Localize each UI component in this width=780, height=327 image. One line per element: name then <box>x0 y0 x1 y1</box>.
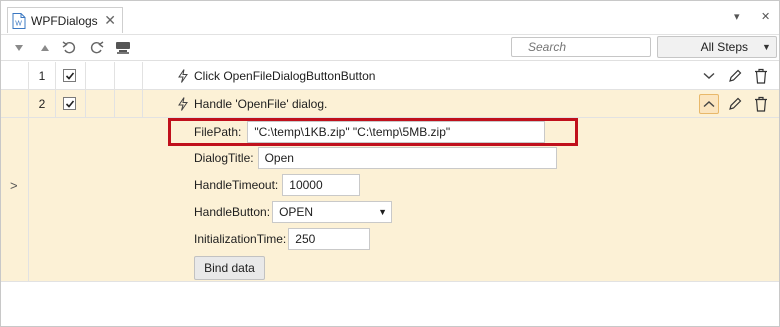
recorder-window: W WPFDialogs ✕ ▾ ✕ All Steps ▼ <box>0 0 780 327</box>
handletimeout-param: HandleTimeout: <box>194 174 361 196</box>
collapse-chevron-icon[interactable] <box>699 94 719 114</box>
step-enabled-checkbox[interactable] <box>63 97 76 110</box>
steps-filter-select[interactable]: All Steps ▼ <box>657 36 777 58</box>
chevron-down-icon: ▼ <box>378 207 388 217</box>
svg-text:W: W <box>15 20 22 27</box>
lightning-icon <box>178 69 188 83</box>
undo-icon[interactable] <box>61 39 79 57</box>
handlebutton-select[interactable]: OPEN ▼ <box>272 201 393 223</box>
redo-icon[interactable] <box>87 39 105 57</box>
close-panel-icon[interactable]: ✕ <box>761 10 770 23</box>
filepath-param: FilePath: <box>194 121 546 143</box>
bind-data-button[interactable]: Bind data <box>194 256 265 280</box>
edit-pencil-icon[interactable] <box>725 66 745 86</box>
delete-trash-icon[interactable] <box>751 66 771 86</box>
step-label: Handle 'OpenFile' dialog. <box>194 97 328 111</box>
tab-wpfdialogs[interactable]: W WPFDialogs ✕ <box>7 7 123 33</box>
step-row-selected[interactable]: 2 Handle 'OpenFile' dialog. <box>1 90 779 118</box>
move-up-icon[interactable] <box>36 39 54 57</box>
search-input[interactable] <box>511 37 651 57</box>
handlebutton-param: HandleButton: OPEN ▼ <box>194 201 393 223</box>
tab-bar: W WPFDialogs ✕ ▾ ✕ <box>1 1 779 35</box>
lightning-icon <box>178 97 188 111</box>
handletimeout-label: HandleTimeout: <box>194 178 279 192</box>
expand-row-icon[interactable]: > <box>10 178 18 193</box>
test-document-icon: W <box>12 12 26 29</box>
filepath-input[interactable] <box>247 121 546 143</box>
toolbar: All Steps ▼ <box>1 35 779 61</box>
close-tab-icon[interactable]: ✕ <box>104 12 116 29</box>
steps-filter-value: All Steps <box>700 40 748 54</box>
tab-dropdown-icon[interactable]: ▾ <box>734 10 740 23</box>
filepath-label: FilePath: <box>194 125 242 139</box>
initializationtime-label: InitializationTime: <box>194 232 287 246</box>
dialogtitle-label: DialogTitle: <box>194 151 254 165</box>
move-down-icon[interactable] <box>10 39 28 57</box>
step-enabled-checkbox[interactable] <box>63 69 76 82</box>
step-row[interactable]: 1 Click OpenFileDialogButtonButton <box>1 62 779 90</box>
delete-trash-icon[interactable] <box>751 94 771 114</box>
expand-chevron-icon[interactable] <box>699 66 719 86</box>
dialogtitle-param: DialogTitle: <box>194 147 557 169</box>
step-label: Click OpenFileDialogButtonButton <box>194 69 376 83</box>
handlebutton-label: HandleButton: <box>194 205 271 219</box>
dialogtitle-input[interactable] <box>257 147 557 169</box>
initializationtime-param: InitializationTime: <box>194 228 371 250</box>
initializationtime-input[interactable] <box>288 228 371 250</box>
tab-title: WPFDialogs <box>31 13 98 28</box>
edit-pencil-icon[interactable] <box>725 94 745 114</box>
record-icon[interactable] <box>114 39 132 57</box>
step-parameters-panel: > FilePath: DialogTitle: HandleTimeout: … <box>1 118 779 282</box>
handletimeout-input[interactable] <box>282 174 361 196</box>
step-number: 1 <box>29 62 56 89</box>
step-number: 2 <box>29 90 56 117</box>
chevron-down-icon: ▼ <box>762 42 771 52</box>
handlebutton-value: OPEN <box>279 205 314 219</box>
